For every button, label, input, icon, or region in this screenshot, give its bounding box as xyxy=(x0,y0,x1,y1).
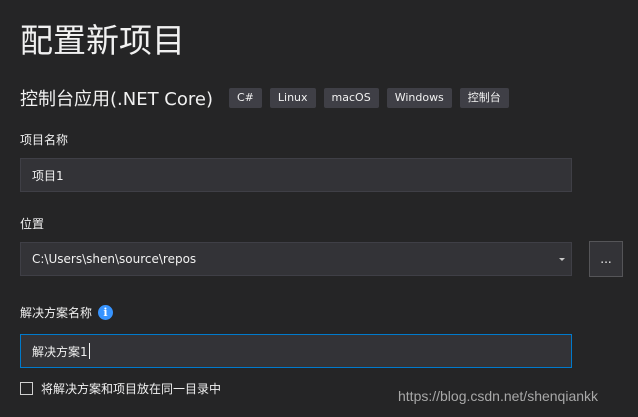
solution-name-label-row: 解决方案名称 i xyxy=(20,304,114,321)
location-value: C:\Users\shen\source\repos xyxy=(32,252,197,266)
solution-name-label: 解决方案名称 xyxy=(20,306,93,320)
project-name-label: 项目名称 xyxy=(20,133,69,147)
page-title: 配置新项目 xyxy=(20,21,185,60)
template-header: 控制台应用(.NET Core) C# Linux macOS Windows … xyxy=(20,86,517,110)
tag-language: C# xyxy=(228,88,262,108)
template-name: 控制台应用(.NET Core) xyxy=(20,89,213,110)
same-directory-option[interactable]: 将解决方案和项目放在同一目录中 xyxy=(20,380,221,397)
location-label: 位置 xyxy=(20,217,45,231)
browse-button[interactable]: ... xyxy=(589,241,623,277)
project-name-value: 项目1 xyxy=(32,168,64,183)
text-cursor xyxy=(88,343,90,359)
tag-platform-linux: Linux xyxy=(269,88,316,108)
tag-project-type: 控制台 xyxy=(459,88,509,108)
solution-name-input[interactable]: 解决方案1 xyxy=(20,334,572,368)
same-directory-checkbox[interactable] xyxy=(20,382,33,395)
solution-name-value: 解决方案1 xyxy=(32,344,88,359)
location-combobox[interactable]: C:\Users\shen\source\repos xyxy=(20,242,572,276)
project-name-input[interactable]: 项目1 xyxy=(20,158,572,192)
watermark: https://blog.csdn.net/shenqiankk xyxy=(398,388,599,404)
tag-platform-macos: macOS xyxy=(323,88,379,108)
tag-platform-windows: Windows xyxy=(386,88,452,108)
info-icon[interactable]: i xyxy=(98,305,114,320)
chevron-down-icon[interactable] xyxy=(559,258,565,261)
same-directory-label[interactable]: 将解决方案和项目放在同一目录中 xyxy=(41,380,221,397)
